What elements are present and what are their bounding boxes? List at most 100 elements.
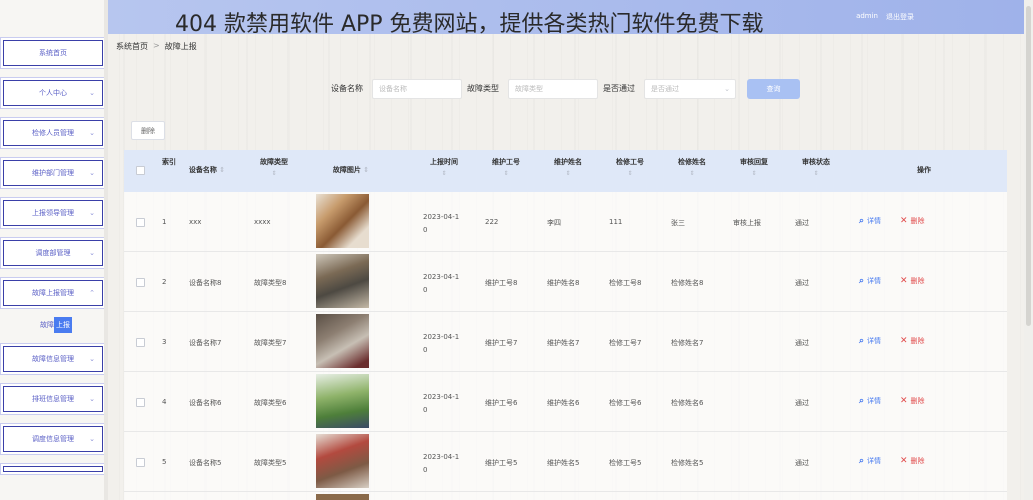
sidebar-item-report-leaders[interactable]: 上报领导管理 ⌄ [3,200,103,226]
row-checkbox[interactable] [136,458,145,467]
view-detail-button[interactable]: ⌕ 详情 [859,396,881,406]
select-all-checkbox[interactable] [136,166,145,175]
fault-photo[interactable] [316,194,369,248]
cell-maint-no: 维护工号8 [485,279,518,287]
view-detail-button[interactable]: ⌕ 详情 [859,276,881,286]
breadcrumb-home[interactable]: 系统首页 [116,41,148,52]
report-time-line: 2023-04-1 [423,453,460,461]
chevron-down-icon: ⌄ [89,249,95,257]
col-fault-image[interactable]: 故障图片 ⇕ [316,164,386,176]
row-delete-button[interactable]: ✕ 删除 [900,276,925,286]
cell-repair-no: 111 [609,218,623,226]
sidebar-scrollbar[interactable] [104,0,108,500]
view-label: 详情 [867,457,882,465]
sidebar-item-repair-staff[interactable]: 检修人员管理 ⌄ [3,120,103,146]
delete-label: 删除 [910,337,925,345]
row-checkbox[interactable] [136,218,145,227]
col-maint-name-label: 维护姓名 [554,158,582,166]
cell-report-time: 2023-04-1 0 [423,271,459,297]
report-time-line: 0 [423,226,428,234]
sidebar-item-label: 排班信息管理 [32,395,74,403]
table-row: 3 设备名称7 故障类型7 2023-04-1 0 维护工号7 维护姓名7 检修工号7 检修姓名… [124,312,1007,372]
row-delete-button[interactable]: ✕ 删除 [900,396,925,406]
cell-repair-name: 张三 [671,219,685,227]
view-label: 详情 [867,217,882,225]
sidebar-item-label: 调度部管理 [35,249,71,257]
view-label: 详情 [867,337,882,345]
col-report-time-label: 上报时间 [430,158,458,166]
col-index[interactable]: 索引 [159,156,179,168]
row-checkbox[interactable] [136,398,145,407]
cell-repair-name: 检修姓名8 [671,279,704,287]
device-name-input[interactable]: 设备名称 [372,79,462,99]
row-delete-button[interactable]: ✕ 删除 [900,456,925,466]
sidebar-item-fault-info[interactable]: 故障信息管理 ⌄ [3,346,103,372]
col-review-reply[interactable]: 审核回复 ⇕ [724,156,784,180]
fault-photo[interactable] [316,254,369,308]
scrollbar-thumb[interactable] [1026,6,1031,326]
sidebar-item-dispatch-info[interactable]: 调度信息管理 ⌄ [3,426,103,452]
logout-link[interactable]: 退出登录 [886,12,914,22]
view-detail-button[interactable]: ⌕ 详情 [859,336,881,346]
fault-type-input[interactable]: 故障类型 [508,79,598,99]
sidebar-item-label: 调度信息管理 [32,435,74,443]
sort-icon: ⇕ [219,166,226,174]
table-row: 2 设备名称8 故障类型8 2023-04-1 0 维护工号8 维护姓名8 检修工号8 检修姓名… [124,252,1007,312]
query-button[interactable]: 查询 [747,79,800,99]
table-row: 5 设备名称5 故障类型5 2023-04-1 0 维护工号5 维护姓名5 检修工号5 检修姓名… [124,432,1007,492]
sidebar-item-dispatch-dept[interactable]: 调度部管理 ⌄ [3,240,103,266]
row-checkbox[interactable] [136,338,145,347]
data-table: 索引 设备名称 ⇕ 故障类型 ⇕ 故障图片 ⇕ 上报时间 ⇕ 维护工号 ⇕ 维护姓名 ⇕… [124,150,1007,500]
col-actions: 操作 [894,164,954,176]
cell-maint-name: 维护姓名8 [547,279,580,287]
delete-label: 删除 [910,397,925,405]
cell-repair-no: 检修工号6 [609,399,642,407]
cell-device: 设备名称7 [189,339,222,347]
pass-status-select[interactable]: 是否通过 ⌄ [644,79,736,99]
row-checkbox[interactable] [136,278,145,287]
cell-maint-name: 维护姓名7 [547,339,580,347]
sort-icon: ⇕ [751,170,757,177]
fault-type-label: 故障类型 [467,84,499,93]
batch-delete-button[interactable]: 删除 [131,121,165,140]
report-time-line: 2023-04-1 [423,213,460,221]
sidebar-item-label: 系统首页 [39,49,67,57]
col-review-status[interactable]: 审核状态 ⇕ [786,156,846,180]
sidebar-item-home[interactable]: 系统首页 [3,40,103,66]
table-row: 1 xxx xxxx 2023-04-1 0 222 李四 111 张三 审核上报 通过 ⌕ 详情 ✕ 删除 [124,192,1007,252]
cell-index: 3 [162,338,167,346]
view-detail-button[interactable]: ⌕ 详情 [859,216,881,226]
cell-repair-no: 检修工号7 [609,339,642,347]
cell-maint-no: 维护工号5 [485,459,518,467]
page-scrollbar[interactable] [1024,0,1033,500]
cell-maint-name: 李四 [547,219,561,227]
device-name-placeholder: 设备名称 [379,85,407,93]
cell-maint-name: 维护姓名6 [547,399,580,407]
chevron-down-icon: ⌄ [89,435,95,443]
sidebar-item-maintenance-dept[interactable]: 维护部门管理 ⌄ [3,160,103,186]
col-report-time[interactable]: 上报时间 ⇕ [414,156,474,180]
chevron-down-icon: ⌄ [89,129,95,137]
col-device[interactable]: 设备名称 ⇕ [182,164,232,176]
sidebar-item-personal-center[interactable]: 个人中心 ⌄ [3,80,103,106]
sort-icon: ⇕ [627,170,633,177]
sidebar-item-fault-report[interactable]: 故障上报管理 ⌃ [3,280,103,306]
fault-photo[interactable] [316,434,369,488]
submenu-fault-report[interactable]: 故障 上报 [40,316,72,334]
cell-repair-name: 检修姓名6 [671,399,704,407]
cell-fault-type: 故障类型6 [254,399,287,407]
col-repair-name[interactable]: 检修姓名 ⇕ [662,156,722,180]
row-delete-button[interactable]: ✕ 删除 [900,336,925,346]
sidebar-item-label: 上报领导管理 [32,209,74,217]
col-maint-name[interactable]: 维护姓名 ⇕ [538,156,598,180]
col-maint-no[interactable]: 维护工号 ⇕ [476,156,536,180]
col-fault-type[interactable]: 故障类型 ⇕ [244,156,304,180]
fault-photo[interactable] [316,314,369,368]
sidebar-item-schedule-info[interactable]: 排班信息管理 ⌄ [3,386,103,412]
cell-device: 设备名称5 [189,459,222,467]
col-review-status-label: 审核状态 [802,158,830,166]
view-detail-button[interactable]: ⌕ 详情 [859,456,881,466]
col-repair-no[interactable]: 检修工号 ⇕ [600,156,660,180]
row-delete-button[interactable]: ✕ 删除 [900,216,925,226]
fault-photo[interactable] [316,374,369,428]
